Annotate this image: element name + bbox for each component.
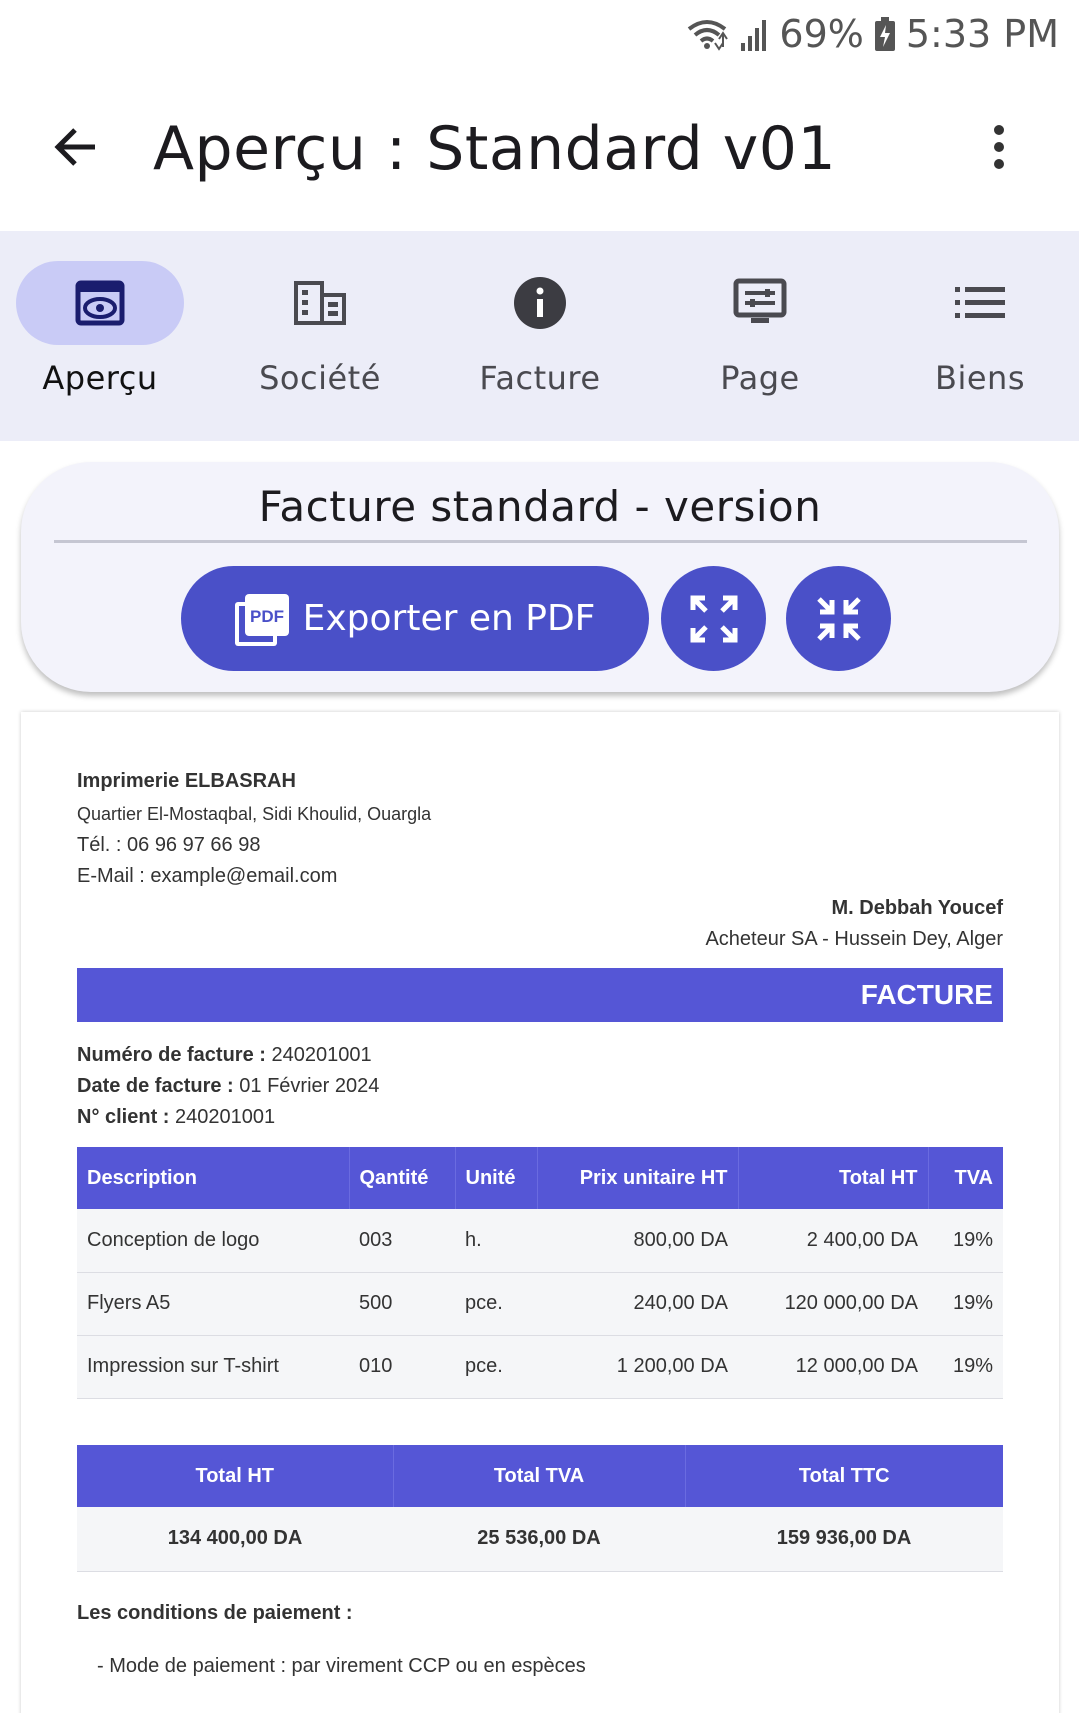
cell-unit-price: 800,00 DA: [537, 1209, 738, 1273]
cell-total-ht: 120 000,00 DA: [738, 1272, 928, 1336]
cell-unit: h.: [455, 1209, 537, 1273]
template-title: Facture standard - version: [258, 482, 822, 531]
company-email: E-Mail : example@email.com: [77, 865, 338, 887]
cell-tva: 19%: [928, 1209, 1003, 1273]
cell-unit-price: 1 200,00 DA: [537, 1335, 738, 1399]
totals-table: Total HT Total TVA Total TTC 134 400,00 …: [77, 1445, 1003, 1572]
eye-icon: [75, 280, 125, 326]
battery-percent: 69%: [779, 12, 864, 56]
cell-description: Impression sur T-shirt: [77, 1335, 349, 1399]
clock: 5:33 PM: [905, 12, 1059, 56]
totals-row: 134 400,00 DA 25 536,00 DA 159 936,00 DA: [77, 1507, 1003, 1572]
col-header: TVA: [928, 1147, 1003, 1209]
cell-unit: pce.: [455, 1335, 537, 1399]
app-bar: Aperçu : Standard v01: [0, 90, 1079, 210]
export-pdf-button[interactable]: PDF Exporter en PDF: [181, 566, 649, 671]
cell-unit-price: 240,00 DA: [537, 1272, 738, 1336]
tab-label: Facture: [479, 359, 601, 397]
tab-societe[interactable]: Société: [230, 261, 410, 411]
tab-biens[interactable]: Biens: [890, 261, 1070, 411]
table-row: Conception de logo 003 h. 800,00 DA 2 40…: [77, 1209, 1003, 1273]
tab-label: Page: [720, 359, 800, 397]
invoice-preview: Imprimerie ELBASRAH Quartier El-Mostaqba…: [21, 712, 1059, 1713]
col-header: Prix unitaire HT: [537, 1147, 739, 1209]
back-button[interactable]: [40, 112, 110, 182]
cell-description: Conception de logo: [77, 1209, 349, 1273]
table-row: Impression sur T-shirt 010 pce. 1 200,00…: [77, 1335, 1003, 1399]
pdf-icon: PDF: [234, 593, 289, 646]
total-ht-value: 134 400,00 DA: [77, 1507, 393, 1572]
table-header-row: Description Qantité Unité Prix unitaire …: [77, 1147, 1003, 1209]
settings-display-icon: [733, 278, 787, 323]
total-ttc-value: 159 936,00 DA: [685, 1507, 1003, 1572]
more-vert-icon: [994, 125, 1004, 169]
export-label: Exporter en PDF: [302, 598, 596, 639]
battery-charging-icon: [874, 17, 896, 51]
items-table: Description Qantité Unité Prix unitaire …: [77, 1147, 1003, 1399]
invoice-banner: FACTURE: [77, 968, 1003, 1022]
col-header: Description: [77, 1147, 350, 1209]
fullscreen-icon: [690, 595, 737, 642]
client-number: N° client : 240201001: [77, 1106, 276, 1128]
preview-controls-card: Facture standard - version PDF Exporter …: [21, 462, 1059, 692]
tab-label: Biens: [935, 359, 1025, 397]
building-icon: [294, 281, 346, 325]
tab-apercu[interactable]: Aperçu: [10, 261, 190, 411]
tab-label: Aperçu: [42, 359, 158, 397]
cell-unit: pce.: [455, 1272, 537, 1336]
cell-total-ht: 2 400,00 DA: [738, 1209, 928, 1273]
cell-tva: 19%: [928, 1335, 1003, 1399]
list-icon: [955, 287, 1005, 318]
tab-page[interactable]: Page: [670, 261, 850, 411]
invoice-number: Numéro de facture : 240201001: [77, 1044, 372, 1066]
company-name: Imprimerie ELBASRAH: [77, 770, 296, 792]
cell-quantity: 500: [349, 1272, 455, 1336]
tab-facture[interactable]: Facture: [450, 261, 630, 411]
fullscreen-exit-icon: [816, 596, 861, 641]
cell-description: Flyers A5: [77, 1272, 349, 1336]
col-header: Unité: [455, 1147, 538, 1209]
totals-header-row: Total HT Total TVA Total TTC: [77, 1445, 1003, 1507]
tab-label: Société: [259, 359, 381, 397]
cell-quantity: 003: [349, 1209, 455, 1273]
status-bar: 69% 5:33 PM: [0, 0, 1079, 70]
page-title: Aperçu : Standard v01: [153, 114, 837, 184]
payment-condition-item: - Mode de paiement : par virement CCP ou…: [97, 1655, 586, 1677]
tab-bar: Aperçu Société Facture Page Biens: [0, 231, 1079, 441]
cell-total-ht: 12 000,00 DA: [738, 1335, 928, 1399]
invoice-date: Date de facture : 01 Février 2024: [77, 1075, 380, 1097]
more-menu-button[interactable]: [974, 112, 1024, 182]
cell-tva: 19%: [928, 1272, 1003, 1336]
col-header: Total HT: [738, 1147, 929, 1209]
col-header: Total TTC: [685, 1445, 1003, 1507]
arrow-left-icon: [54, 128, 95, 166]
table-row: Flyers A5 500 pce. 240,00 DA 120 000,00 …: [77, 1272, 1003, 1336]
divider: [54, 540, 1027, 543]
client-address: Acheteur SA - Hussein Dey, Alger: [705, 928, 1003, 950]
payment-conditions-title: Les conditions de paiement :: [77, 1602, 353, 1624]
company-phone: Tél. : 06 96 97 66 98: [77, 834, 261, 856]
zoom-in-button[interactable]: [661, 566, 766, 671]
col-header: Total TVA: [393, 1445, 686, 1507]
svg-text:PDF: PDF: [250, 607, 284, 626]
cell-quantity: 010: [349, 1335, 455, 1399]
col-header: Qantité: [349, 1147, 456, 1209]
col-header: Total HT: [77, 1445, 394, 1507]
info-icon: [514, 277, 566, 329]
wifi-icon: [685, 17, 729, 51]
total-tva-value: 25 536,00 DA: [393, 1507, 685, 1572]
zoom-out-button[interactable]: [786, 566, 891, 671]
signal-icon: [739, 17, 769, 51]
client-name: M. Debbah Youcef: [831, 897, 1003, 919]
company-address: Quartier El-Mostaqbal, Sidi Khoulid, Oua…: [77, 804, 432, 824]
